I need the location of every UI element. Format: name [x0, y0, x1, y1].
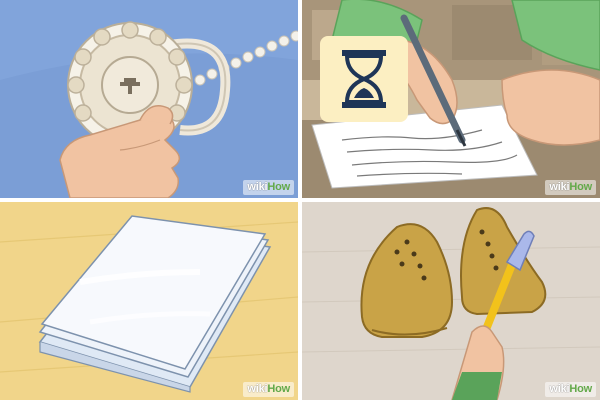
panel-writing: wikiHow: [302, 0, 600, 198]
panel-paper-stack: wikiHow: [0, 202, 298, 400]
wikihow-watermark: wikiHow: [243, 180, 294, 195]
paper-stack-scene: [0, 202, 298, 400]
hourglass-icon: [320, 36, 408, 122]
wikihow-watermark: wikiHow: [545, 180, 596, 195]
panel-brushing-shoes: wikiHow: [302, 202, 600, 400]
wikihow-watermark: wikiHow: [545, 382, 596, 397]
illustration-grid: wikiHow wikiHow wikiHow wikiHow: [0, 0, 600, 400]
shoe-brushing-scene: [302, 202, 600, 400]
writing-scene: [302, 0, 600, 198]
panel-pedometer: wikiHow: [0, 0, 298, 198]
pedometer-scene: [0, 0, 298, 198]
wikihow-watermark: wikiHow: [243, 382, 294, 397]
